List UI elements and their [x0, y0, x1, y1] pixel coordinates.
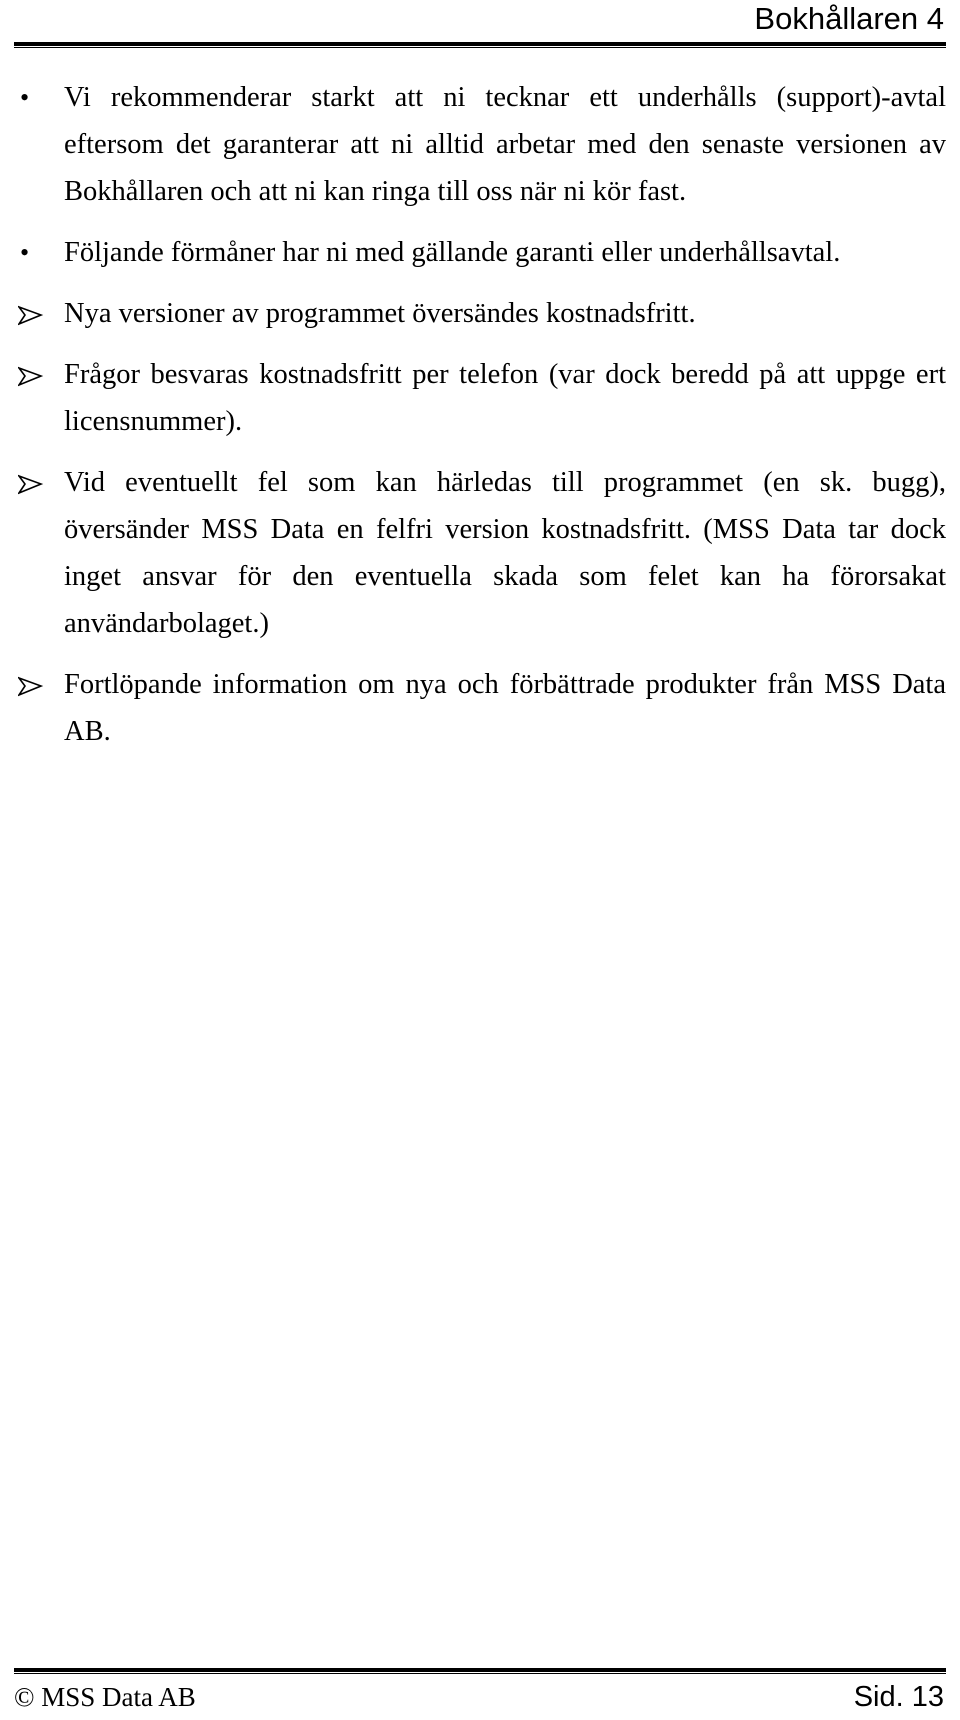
arrow-right-icon: [14, 459, 66, 495]
list-item: • Vi rekommenderar starkt att ni tecknar…: [14, 74, 946, 215]
document-page: Bokhållaren 4 • Vi rekommenderar starkt …: [0, 0, 960, 1720]
list-item-text: Frågor besvaras kostnadsfritt per telefo…: [64, 359, 946, 437]
arrow-right-icon: [14, 290, 66, 326]
list-item-text: Vi rekommenderar starkt att ni tecknar e…: [64, 82, 946, 207]
page-number: Sid. 13: [853, 1681, 944, 1713]
document-body: • Vi rekommenderar starkt att ni tecknar…: [14, 74, 946, 769]
list-item: Nya versioner av programmet översändes k…: [14, 290, 946, 337]
page-title: Bokhållaren 4: [754, 1, 944, 36]
list-item-text: Fortlöpande information om nya och förbä…: [64, 669, 946, 747]
list-item: Vid eventuellt fel som kan härledas till…: [14, 459, 946, 647]
arrow-right-icon: [14, 661, 66, 697]
arrow-right-icon: [14, 351, 66, 387]
list-item-text: Nya versioner av programmet översändes k…: [64, 298, 696, 329]
footer-row: © MSS Data AB Sid. 13: [14, 1680, 946, 1714]
header-divider: [14, 42, 946, 48]
bullet-icon: •: [20, 238, 30, 267]
list-item: • Följande förmåner har ni med gällande …: [14, 229, 946, 276]
copyright-notice: © MSS Data AB: [14, 1682, 196, 1712]
page-header: Bokhållaren 4: [14, 0, 946, 48]
list-item: Fortlöpande information om nya och förbä…: [14, 661, 946, 755]
list-item-text: Vid eventuellt fel som kan härledas till…: [64, 467, 946, 639]
bullet-icon: •: [20, 83, 30, 112]
list-item: Frågor besvaras kostnadsfritt per telefo…: [14, 351, 946, 445]
footer-divider: [14, 1668, 946, 1674]
list-item-text: Följande förmåner har ni med gällande ga…: [64, 237, 841, 268]
page-footer: © MSS Data AB Sid. 13: [14, 1668, 946, 1714]
